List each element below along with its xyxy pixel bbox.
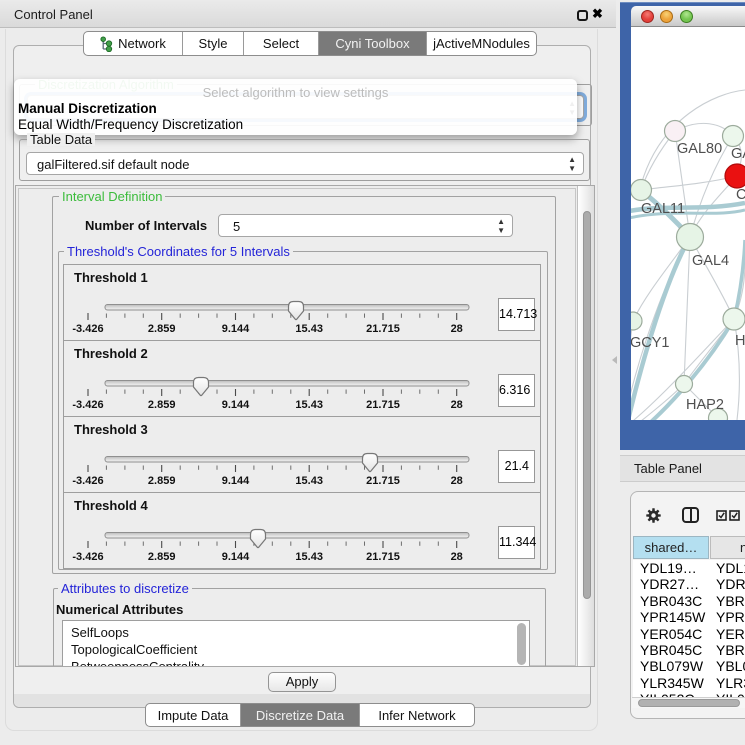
svg-text:2.859: 2.859 xyxy=(148,399,176,411)
svg-text:28: 28 xyxy=(451,399,463,411)
svg-text:GA: GA xyxy=(731,146,745,162)
svg-text:9.144: 9.144 xyxy=(222,551,250,563)
svg-text:GAL11: GAL11 xyxy=(641,201,685,217)
svg-text:-3.426: -3.426 xyxy=(72,399,103,411)
svg-text:HAP2: HAP2 xyxy=(686,397,724,413)
svg-text:-3.426: -3.426 xyxy=(72,551,103,563)
svg-text:21.715: 21.715 xyxy=(366,475,400,487)
svg-text:28: 28 xyxy=(451,475,463,487)
svg-text:9.144: 9.144 xyxy=(222,323,250,335)
svg-text:2.859: 2.859 xyxy=(148,475,176,487)
svg-text:15.43: 15.43 xyxy=(295,399,323,411)
svg-text:21.715: 21.715 xyxy=(366,551,400,563)
svg-text:C: C xyxy=(736,187,745,203)
svg-text:15.43: 15.43 xyxy=(295,551,323,563)
svg-text:21.715: 21.715 xyxy=(366,399,400,411)
svg-text:GAL4: GAL4 xyxy=(692,253,729,269)
svg-text:H: H xyxy=(735,333,745,349)
svg-text:2.859: 2.859 xyxy=(148,551,176,563)
svg-text:15.43: 15.43 xyxy=(295,475,323,487)
svg-text:-3.426: -3.426 xyxy=(72,475,103,487)
svg-text:GAL80: GAL80 xyxy=(677,141,722,157)
svg-text:2.859: 2.859 xyxy=(148,323,176,335)
svg-text:GCY1: GCY1 xyxy=(631,335,670,351)
svg-text:-3.426: -3.426 xyxy=(72,323,103,335)
svg-text:9.144: 9.144 xyxy=(222,475,250,487)
svg-text:28: 28 xyxy=(451,323,463,335)
svg-text:21.715: 21.715 xyxy=(366,323,400,335)
svg-text:28: 28 xyxy=(451,551,463,563)
svg-text:15.43: 15.43 xyxy=(295,323,323,335)
svg-text:9.144: 9.144 xyxy=(222,399,250,411)
